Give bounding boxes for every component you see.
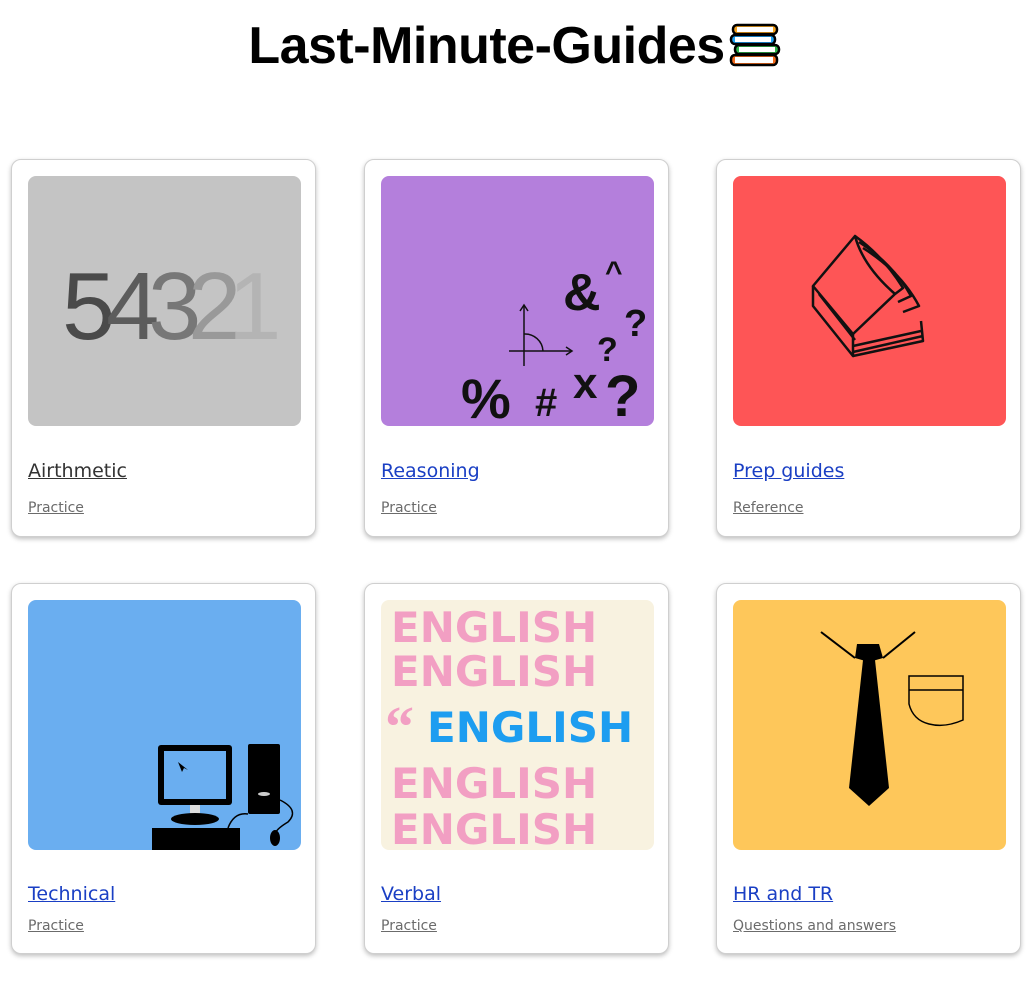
card-category-link[interactable]: Reference bbox=[733, 500, 804, 516]
svg-text:&: & bbox=[563, 264, 601, 322]
card-arithmetic[interactable]: 5 4 3 2 1 Airthmetic Practice bbox=[11, 159, 316, 537]
open-book-image bbox=[733, 176, 1006, 426]
desktop-computer-image bbox=[28, 600, 301, 850]
card-category-link[interactable]: Practice bbox=[381, 918, 437, 934]
shirt-tie-image bbox=[733, 600, 1006, 850]
card-title-link[interactable]: Technical bbox=[28, 883, 115, 905]
card-category-link[interactable]: Practice bbox=[381, 500, 437, 516]
card-verbal[interactable]: ENGLISH ENGLISH “ ENGLISH ENGLISH ENGLIS… bbox=[364, 583, 669, 954]
svg-text:?: ? bbox=[624, 303, 647, 345]
svg-text:?: ? bbox=[605, 364, 640, 426]
books-stack-icon bbox=[729, 19, 783, 73]
svg-text:ENGLISH: ENGLISH bbox=[427, 703, 633, 752]
svg-text:%: % bbox=[461, 367, 511, 426]
svg-text:ENGLISH: ENGLISH bbox=[391, 603, 597, 652]
card-title-link[interactable]: Reasoning bbox=[381, 460, 480, 482]
card-prep-guides[interactable]: Prep guides Reference bbox=[716, 159, 1021, 537]
svg-text:?: ? bbox=[597, 331, 618, 369]
card-category-link[interactable]: Questions and answers bbox=[733, 918, 896, 934]
svg-text:x: x bbox=[573, 359, 598, 408]
svg-text:ENGLISH: ENGLISH bbox=[391, 805, 597, 850]
card-reasoning[interactable]: % # & x ? ? ? ^ Reasoning Practice bbox=[364, 159, 669, 537]
english-words-image: ENGLISH ENGLISH “ ENGLISH ENGLISH ENGLIS… bbox=[381, 600, 654, 850]
card-title-link[interactable]: Verbal bbox=[381, 883, 441, 905]
card-title-link[interactable]: Airthmetic bbox=[28, 460, 127, 482]
card-technical[interactable]: Technical Practice bbox=[11, 583, 316, 954]
svg-text:#: # bbox=[535, 381, 557, 425]
svg-text:“: “ bbox=[385, 694, 414, 759]
card-hr-and-tr[interactable]: HR and TR Questions and answers bbox=[716, 583, 1021, 954]
card-category-link[interactable]: Practice bbox=[28, 918, 84, 934]
svg-text:ENGLISH: ENGLISH bbox=[391, 759, 597, 808]
card-category-link[interactable]: Practice bbox=[28, 500, 84, 516]
svg-text:ENGLISH: ENGLISH bbox=[391, 647, 597, 696]
header: Last-Minute-Guides bbox=[0, 14, 1031, 78]
svg-text:^: ^ bbox=[605, 256, 623, 289]
numbers-54321-image: 5 4 3 2 1 bbox=[28, 176, 301, 426]
math-symbols-image: % # & x ? ? ? ^ bbox=[381, 176, 654, 426]
site-title: Last-Minute-Guides bbox=[248, 17, 725, 75]
card-title-link[interactable]: HR and TR bbox=[733, 883, 833, 905]
card-title-link[interactable]: Prep guides bbox=[733, 460, 844, 482]
